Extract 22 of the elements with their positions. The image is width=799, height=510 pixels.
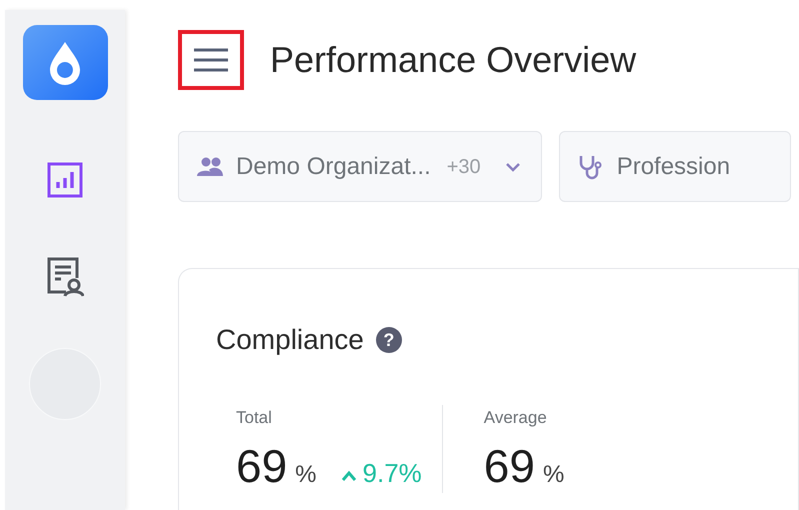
caret-up-icon bbox=[340, 470, 357, 482]
stat-value: 69 bbox=[484, 442, 535, 488]
stat-unit: % bbox=[295, 460, 317, 490]
help-icon[interactable]: ? bbox=[376, 327, 402, 353]
stat-value: 69 bbox=[236, 442, 288, 488]
filter-dropdown[interactable]: Profession bbox=[558, 131, 792, 202]
page-title: Performance Overview bbox=[270, 38, 636, 82]
app-logo[interactable] bbox=[22, 25, 108, 100]
stat-label: Average bbox=[482, 407, 548, 429]
water-drop-icon bbox=[47, 40, 83, 86]
people-icon bbox=[196, 156, 224, 176]
stat-label: Total bbox=[235, 407, 273, 429]
menu-icon bbox=[192, 47, 230, 73]
sidebar-item[interactable] bbox=[47, 162, 83, 198]
card-title: Compliance bbox=[216, 323, 364, 357]
sidebar-item[interactable] bbox=[46, 256, 84, 298]
certificate-icon bbox=[46, 256, 84, 298]
menu-button[interactable] bbox=[178, 30, 244, 90]
filter-dropdown[interactable]: Demo Organizat... +30 bbox=[178, 131, 542, 202]
trend-delta: 9.7% bbox=[340, 454, 422, 492]
bar-chart-icon bbox=[47, 162, 83, 198]
stat-unit: % bbox=[542, 460, 564, 490]
